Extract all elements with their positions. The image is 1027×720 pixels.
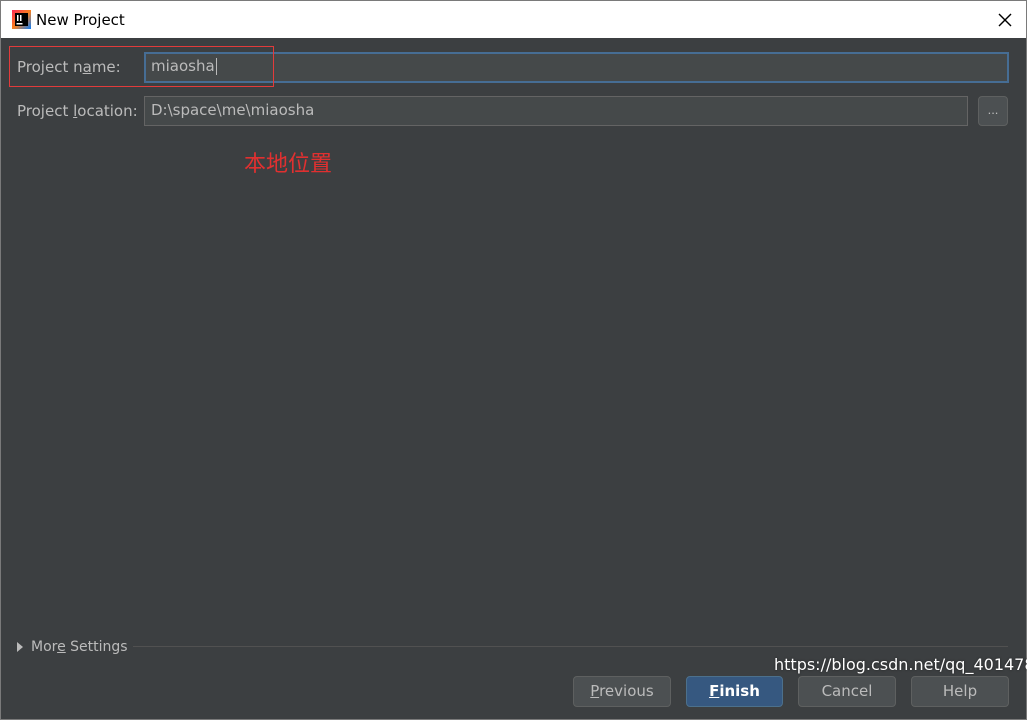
- annotation-text: 本地位置: [244, 152, 333, 177]
- new-project-dialog: New Project Project name: miaosha Projec…: [0, 0, 1027, 720]
- intellij-idea-icon: [12, 10, 31, 29]
- more-settings-toggle[interactable]: More Settings: [17, 639, 128, 655]
- project-name-input[interactable]: miaosha: [144, 52, 1009, 83]
- project-name-label: Project name:: [17, 58, 121, 76]
- help-button[interactable]: Help: [911, 676, 1009, 707]
- window-title: New Project: [36, 11, 125, 29]
- project-location-label: Project location:: [17, 102, 138, 120]
- project-location-input[interactable]: D:\space\me\miaosha: [144, 96, 968, 126]
- finish-button[interactable]: Finish: [686, 676, 783, 707]
- title-bar: New Project: [1, 1, 1026, 38]
- more-settings-label: More Settings: [31, 639, 128, 655]
- previous-button[interactable]: Previous: [573, 676, 671, 707]
- dialog-content: Project name: miaosha Project location: …: [1, 38, 1026, 719]
- expand-triangle-icon: [17, 642, 23, 652]
- close-icon[interactable]: [994, 9, 1016, 31]
- browse-button[interactable]: ...: [978, 96, 1008, 126]
- more-settings-separator: [133, 646, 1008, 647]
- cancel-button[interactable]: Cancel: [798, 676, 896, 707]
- text-caret: [215, 58, 217, 75]
